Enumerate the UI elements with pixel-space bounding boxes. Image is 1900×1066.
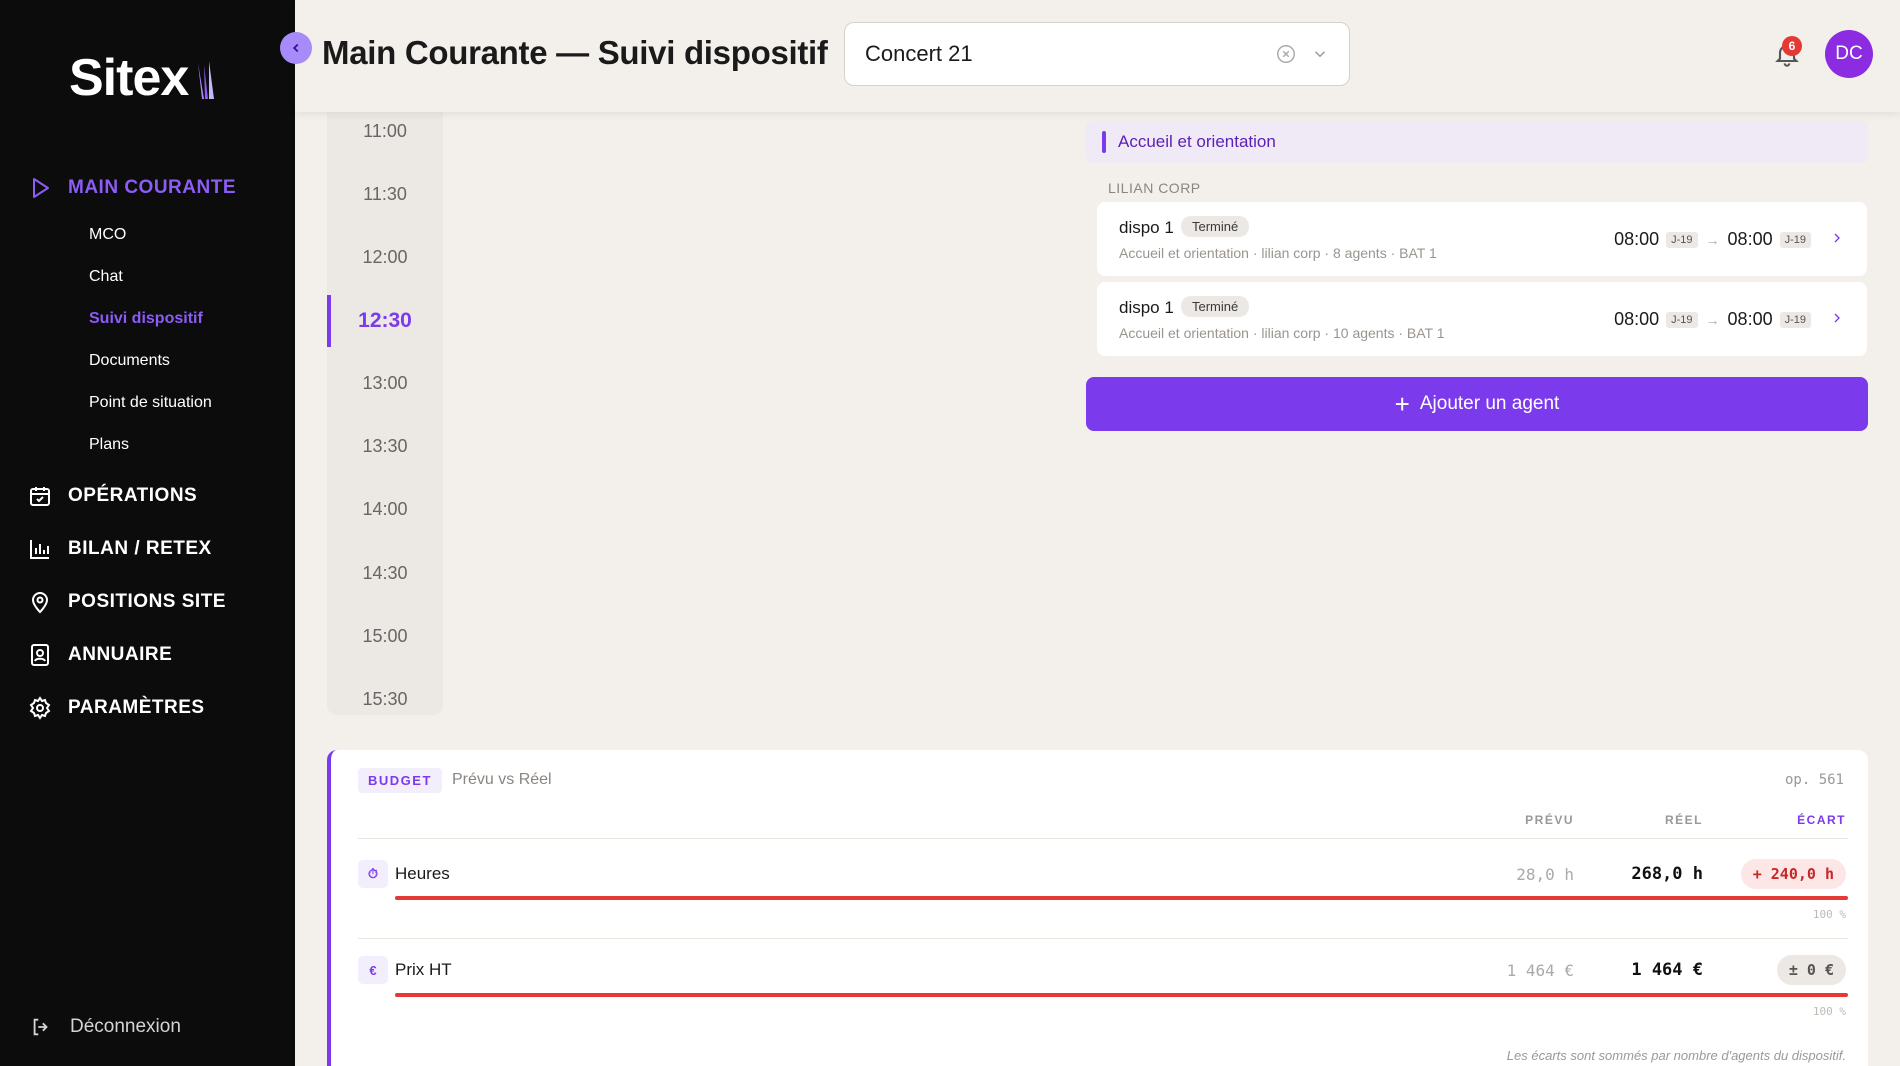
dispo-card[interactable]: dispo 1 Terminé Accueil et orientation ·…	[1097, 282, 1867, 356]
timeline[interactable]: 11:00 11:30 12:00 12:30 13:00 13:30 14:0…	[327, 105, 443, 715]
top-header: Main Courante — Suivi dispositif Concert…	[295, 0, 1900, 112]
chevron-right-icon	[1834, 233, 1840, 243]
chevron-left-icon	[293, 43, 299, 53]
status-badge: Terminé	[1181, 296, 1250, 317]
gear-icon	[29, 696, 51, 720]
time-slot[interactable]: 12:00	[327, 247, 443, 268]
timer-icon: ⏱	[358, 860, 388, 888]
section-header: Accueil et orientation	[1086, 121, 1868, 163]
notification-badge: 6	[1782, 36, 1802, 56]
calendar-check-icon	[30, 487, 50, 506]
arrow-right-icon: →	[1705, 231, 1720, 248]
collapse-sidebar-button[interactable]	[280, 32, 312, 64]
nav-sub-point-de-situation[interactable]: Point de situation	[89, 394, 212, 412]
row-label: Prix HT	[395, 960, 452, 979]
clear-icon[interactable]	[1275, 43, 1297, 65]
nav-sub-plans[interactable]: Plans	[89, 436, 129, 454]
progress-bar	[395, 896, 1848, 900]
time-slot[interactable]: 13:30	[327, 436, 443, 457]
bar-chart-icon	[30, 540, 49, 559]
time-slot[interactable]: 15:00	[327, 626, 443, 647]
sidebar: Sitex MAIN COURANTE MCO Chat Suivi dispo…	[0, 0, 295, 1066]
dispo-meta: Accueil et orientation · lilian corp · 1…	[1119, 325, 1445, 341]
nav-annuaire[interactable]: ANNUAIRE	[28, 643, 172, 667]
event-select[interactable]: Concert 21	[844, 22, 1350, 86]
budget-panel: BUDGET Prévu vs Réel op. 561 PRÉVU RÉEL …	[327, 750, 1868, 1066]
time-slot[interactable]: 13:00	[327, 373, 443, 394]
logout-icon	[33, 1018, 48, 1036]
divider	[358, 838, 1848, 839]
time-slot[interactable]: 11:30	[327, 184, 443, 205]
time-slot[interactable]: 11:00	[327, 121, 443, 142]
avatar[interactable]: DC	[1825, 30, 1873, 78]
euro-icon: €	[358, 956, 388, 984]
progress-bar	[395, 993, 1848, 997]
play-icon	[33, 178, 49, 198]
budget-tag: BUDGET	[358, 768, 442, 793]
time-slot[interactable]: 14:30	[327, 563, 443, 584]
percent-label: 100 %	[1812, 908, 1846, 921]
ecart-badge: + 240,0 h	[1740, 859, 1846, 889]
nav-operations[interactable]: OPÉRATIONS	[28, 484, 197, 508]
sitex-logo[interactable]: Sitex	[69, 48, 216, 108]
add-agent-button[interactable]: + Ajouter un agent	[1086, 377, 1868, 431]
page-title: Main Courante — Suivi dispositif	[322, 34, 828, 71]
arrow-right-icon: →	[1705, 311, 1720, 328]
ecart-badge: ± 0 €	[1776, 955, 1846, 985]
reel-value: 268,0 h	[1631, 864, 1703, 884]
reel-value: 1 464 €	[1631, 960, 1703, 980]
chevron-down-icon[interactable]	[1311, 45, 1329, 63]
chevron-right-icon	[1834, 313, 1840, 323]
budget-subtitle: Prévu vs Réel	[452, 771, 552, 788]
logout-button[interactable]: Déconnexion	[30, 1016, 181, 1038]
budget-footnote: Les écarts sont sommés par nombre d'agen…	[1506, 1048, 1846, 1063]
event-select-value: Concert 21	[865, 41, 973, 66]
nav-sub-documents[interactable]: Documents	[89, 352, 170, 370]
nav-positions-site[interactable]: POSITIONS SITE	[28, 590, 226, 614]
group-label: LILIAN CORP	[1108, 180, 1201, 196]
nav-sub-suivi-dispositif[interactable]: Suivi dispositif	[89, 310, 203, 328]
plus-icon: +	[1394, 389, 1410, 419]
map-pin-icon	[31, 592, 49, 614]
dispo-meta: Accueil et orientation · lilian corp · 8…	[1119, 245, 1437, 261]
column-header-ecart: ÉCART	[1797, 813, 1846, 827]
row-label: Heures	[395, 864, 450, 883]
percent-label: 100 %	[1812, 1005, 1846, 1018]
prevu-value: 28,0 h	[1516, 865, 1574, 884]
time-slot[interactable]: 15:30	[327, 689, 443, 710]
nav-parametres[interactable]: PARAMÈTRES	[28, 696, 205, 720]
nav-sub-chat[interactable]: Chat	[89, 268, 123, 286]
prevu-value: 1 464 €	[1506, 961, 1574, 980]
dispo-name: dispo 1	[1119, 298, 1174, 317]
divider	[358, 938, 1848, 939]
dispo-name: dispo 1	[1119, 218, 1174, 237]
nav-bilan-retex[interactable]: BILAN / RETEX	[28, 537, 212, 561]
time-slot-active[interactable]: 12:30	[327, 309, 443, 333]
contact-book-icon	[31, 644, 49, 666]
dispo-times: 08:00 J-19 → 08:00 J-19	[1614, 229, 1811, 250]
nav-sub-mco[interactable]: MCO	[89, 226, 126, 244]
column-header-prevu: PRÉVU	[1525, 813, 1574, 827]
time-slot[interactable]: 14:00	[327, 499, 443, 520]
section-accent-bar	[1102, 131, 1106, 153]
operation-number: op. 561	[1784, 772, 1844, 788]
column-header-reel: RÉEL	[1664, 813, 1703, 827]
nav-main-courante[interactable]: MAIN COURANTE	[28, 176, 236, 200]
logo-mark-icon	[198, 61, 215, 99]
dispo-card[interactable]: dispo 1 Terminé Accueil et orientation ·…	[1097, 202, 1867, 276]
status-badge: Terminé	[1181, 216, 1250, 237]
dispo-times: 08:00 J-19 → 08:00 J-19	[1614, 309, 1811, 330]
